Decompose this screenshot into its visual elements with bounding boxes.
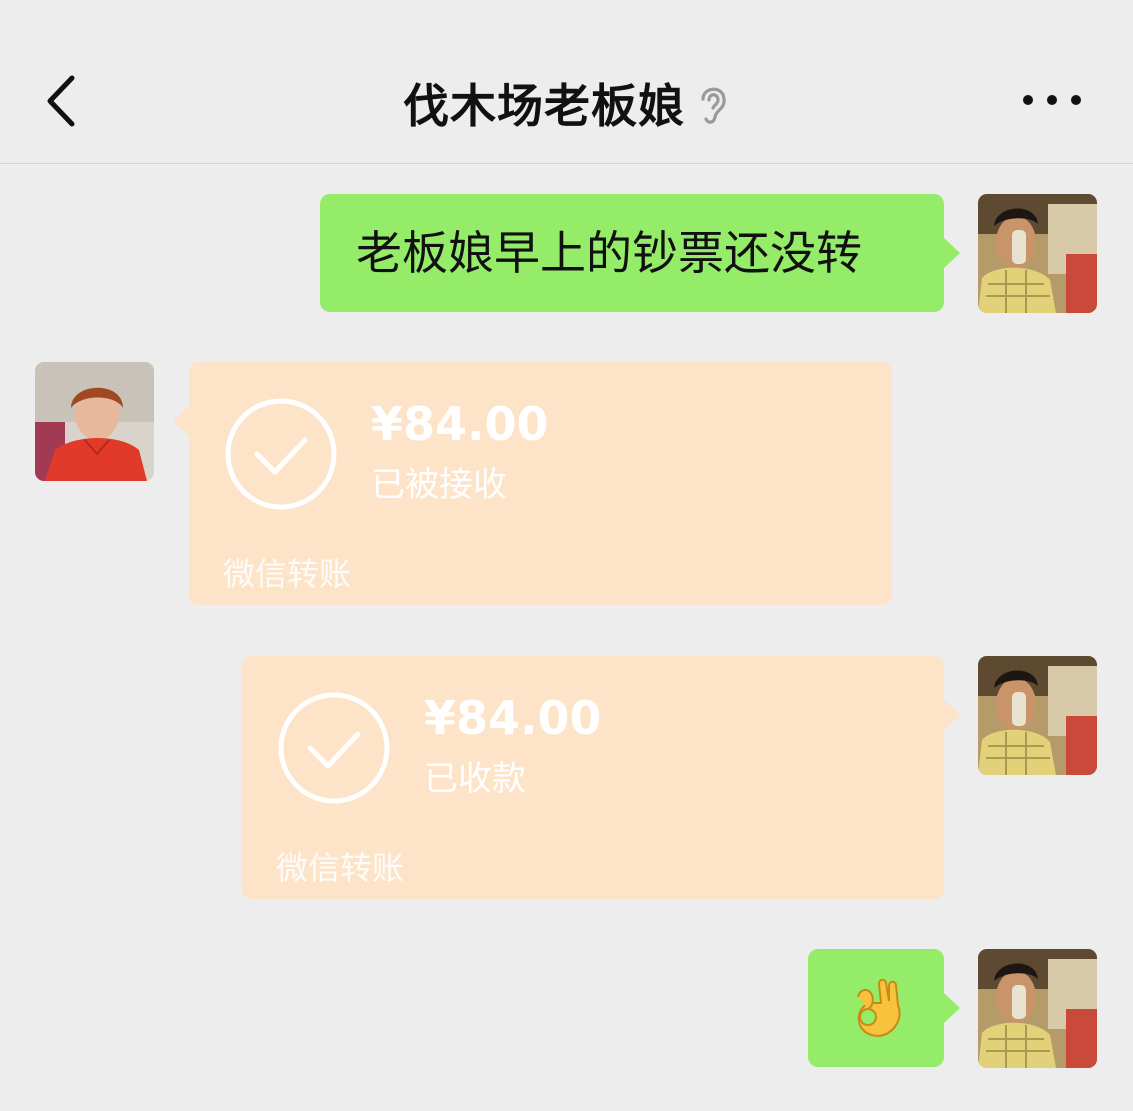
more-dots-icon — [1023, 95, 1081, 105]
ok-hand-emoji-icon — [857, 978, 901, 1037]
avatar-image — [978, 194, 1097, 313]
avatar-image — [35, 362, 154, 481]
transfer-label: 微信转账 — [223, 555, 352, 593]
more-options-button[interactable] — [1016, 78, 1088, 122]
my-avatar[interactable] — [978, 194, 1097, 313]
check-circle-icon — [278, 692, 390, 804]
ear-icon — [701, 87, 726, 124]
transfer-card-received[interactable]: ¥84.00 已被接收 微信转账 — [173, 362, 892, 605]
contact-avatar[interactable] — [35, 362, 154, 481]
my-avatar[interactable] — [978, 656, 1097, 775]
transfer-card-sent[interactable]: ¥84.00 已收款 微信转账 — [242, 656, 960, 899]
chat-title: 伐木场老板娘 — [402, 79, 685, 133]
transfer-status: 已被接收 — [371, 465, 507, 505]
transfer-status: 已收款 — [424, 759, 526, 799]
check-circle-icon — [225, 398, 337, 510]
transfer-label: 微信转账 — [276, 849, 405, 887]
transfer-amount: ¥84.00 — [371, 397, 549, 451]
transfer-amount: ¥84.00 — [424, 691, 602, 745]
title-container: 伐木场老板娘 — [0, 70, 1133, 133]
chat-header: 伐木场老板娘 — [0, 0, 1133, 164]
avatar-image — [978, 656, 1097, 775]
message-text: 老板娘早上的钞票还没转 — [356, 226, 862, 280]
sent-emoji-message[interactable] — [808, 949, 960, 1067]
avatar-image — [978, 949, 1097, 1068]
my-avatar[interactable] — [978, 949, 1097, 1068]
sent-text-message[interactable]: 老板娘早上的钞票还没转 — [320, 194, 960, 312]
